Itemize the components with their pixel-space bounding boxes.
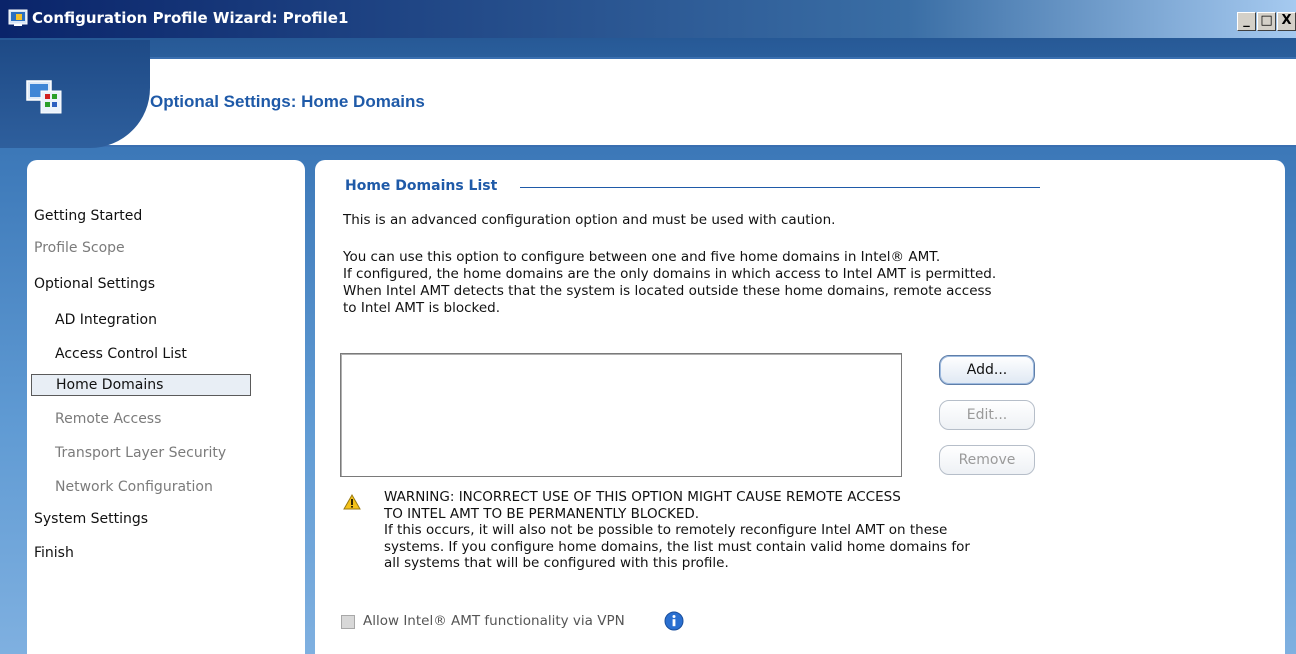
nav-item-finish[interactable]: Finish xyxy=(34,545,74,561)
warning-line: WARNING: INCORRECT USE OF THIS OPTION MI… xyxy=(384,489,901,505)
nav-item-ad-integration[interactable]: AD Integration xyxy=(55,312,157,328)
section-title: Home Domains List xyxy=(345,178,498,194)
warning-text: WARNING: INCORRECT USE OF THIS OPTION MI… xyxy=(384,489,970,572)
warning-line: systems. If you configure home domains, … xyxy=(384,538,970,555)
nav-item-network-configuration: Network Configuration xyxy=(55,479,213,495)
close-button[interactable]: X xyxy=(1277,12,1296,31)
navigation-panel xyxy=(27,160,305,654)
description-line-2: If configured, the home domains are the … xyxy=(343,266,997,282)
settings-computer-icon xyxy=(26,80,62,114)
nav-item-profile-scope: Profile Scope xyxy=(34,240,125,256)
vpn-checkbox xyxy=(341,615,355,629)
section-divider xyxy=(520,187,1040,188)
title-bar[interactable]: Configuration Profile Wizard: Profile1 _… xyxy=(0,0,1296,38)
warning-line: If this occurs, it will also not be poss… xyxy=(384,522,948,538)
caution-text: This is an advanced configuration option… xyxy=(343,212,836,228)
minimize-button[interactable]: _ xyxy=(1237,12,1256,31)
nav-item-optional-settings[interactable]: Optional Settings xyxy=(34,276,155,292)
description-line-1: You can use this option to configure bet… xyxy=(343,249,941,265)
wizard-window: Configuration Profile Wizard: Profile1 _… xyxy=(0,0,1296,654)
home-domains-list[interactable] xyxy=(340,353,902,477)
add-button[interactable]: Add... xyxy=(939,355,1035,385)
maximize-button[interactable]: □ xyxy=(1257,12,1276,31)
nav-item-system-settings[interactable]: System Settings xyxy=(34,511,148,527)
description-line-3: When Intel AMT detects that the system i… xyxy=(343,283,992,299)
warning-line: all systems that will be configured with… xyxy=(384,555,729,571)
vpn-checkbox-label: Allow Intel® AMT functionality via VPN xyxy=(363,613,625,629)
nav-item-remote-access: Remote Access xyxy=(55,411,162,427)
description-line-4: to Intel AMT is blocked. xyxy=(343,300,501,316)
nav-item-home-domains[interactable]: Home Domains xyxy=(31,374,251,396)
warning-icon xyxy=(343,494,361,510)
banner-dark-area xyxy=(0,40,150,148)
nav-item-getting-started[interactable]: Getting Started xyxy=(34,208,142,224)
nav-item-transport-layer-security: Transport Layer Security xyxy=(55,445,227,461)
window-title: Configuration Profile Wizard: Profile1 xyxy=(32,9,349,27)
page-title: Optional Settings: Home Domains xyxy=(150,92,425,111)
info-icon[interactable] xyxy=(664,611,684,631)
nav-item-access-control-list[interactable]: Access Control List xyxy=(55,346,187,362)
warning-line: TO INTEL AMT TO BE PERMANENTLY BLOCKED. xyxy=(384,505,700,522)
remove-button: Remove xyxy=(939,445,1035,475)
wizard-icon xyxy=(8,9,28,26)
edit-button: Edit... xyxy=(939,400,1035,430)
